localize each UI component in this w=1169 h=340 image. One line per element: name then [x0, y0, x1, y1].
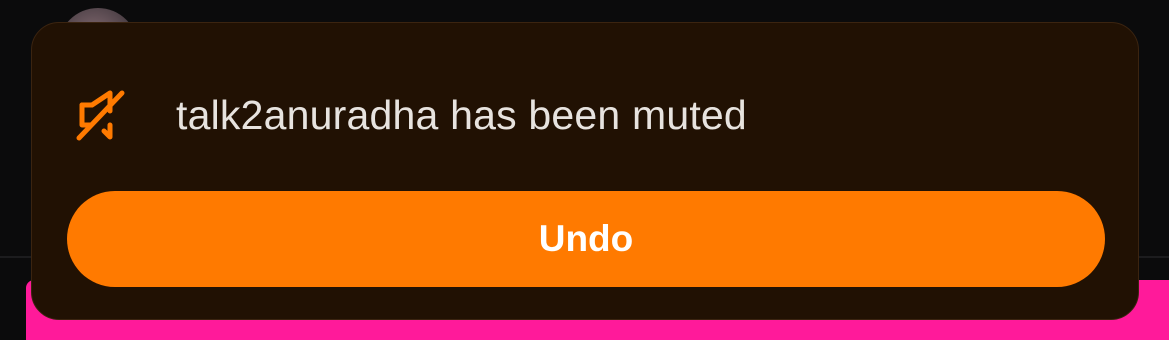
mute-toast: talk2anuradha has been muted Undo — [31, 22, 1139, 320]
toast-content: talk2anuradha has been muted — [76, 87, 747, 143]
toast-message: talk2anuradha has been muted — [176, 91, 747, 138]
undo-button[interactable]: Undo — [67, 191, 1105, 287]
mute-speaker-icon — [76, 87, 126, 143]
